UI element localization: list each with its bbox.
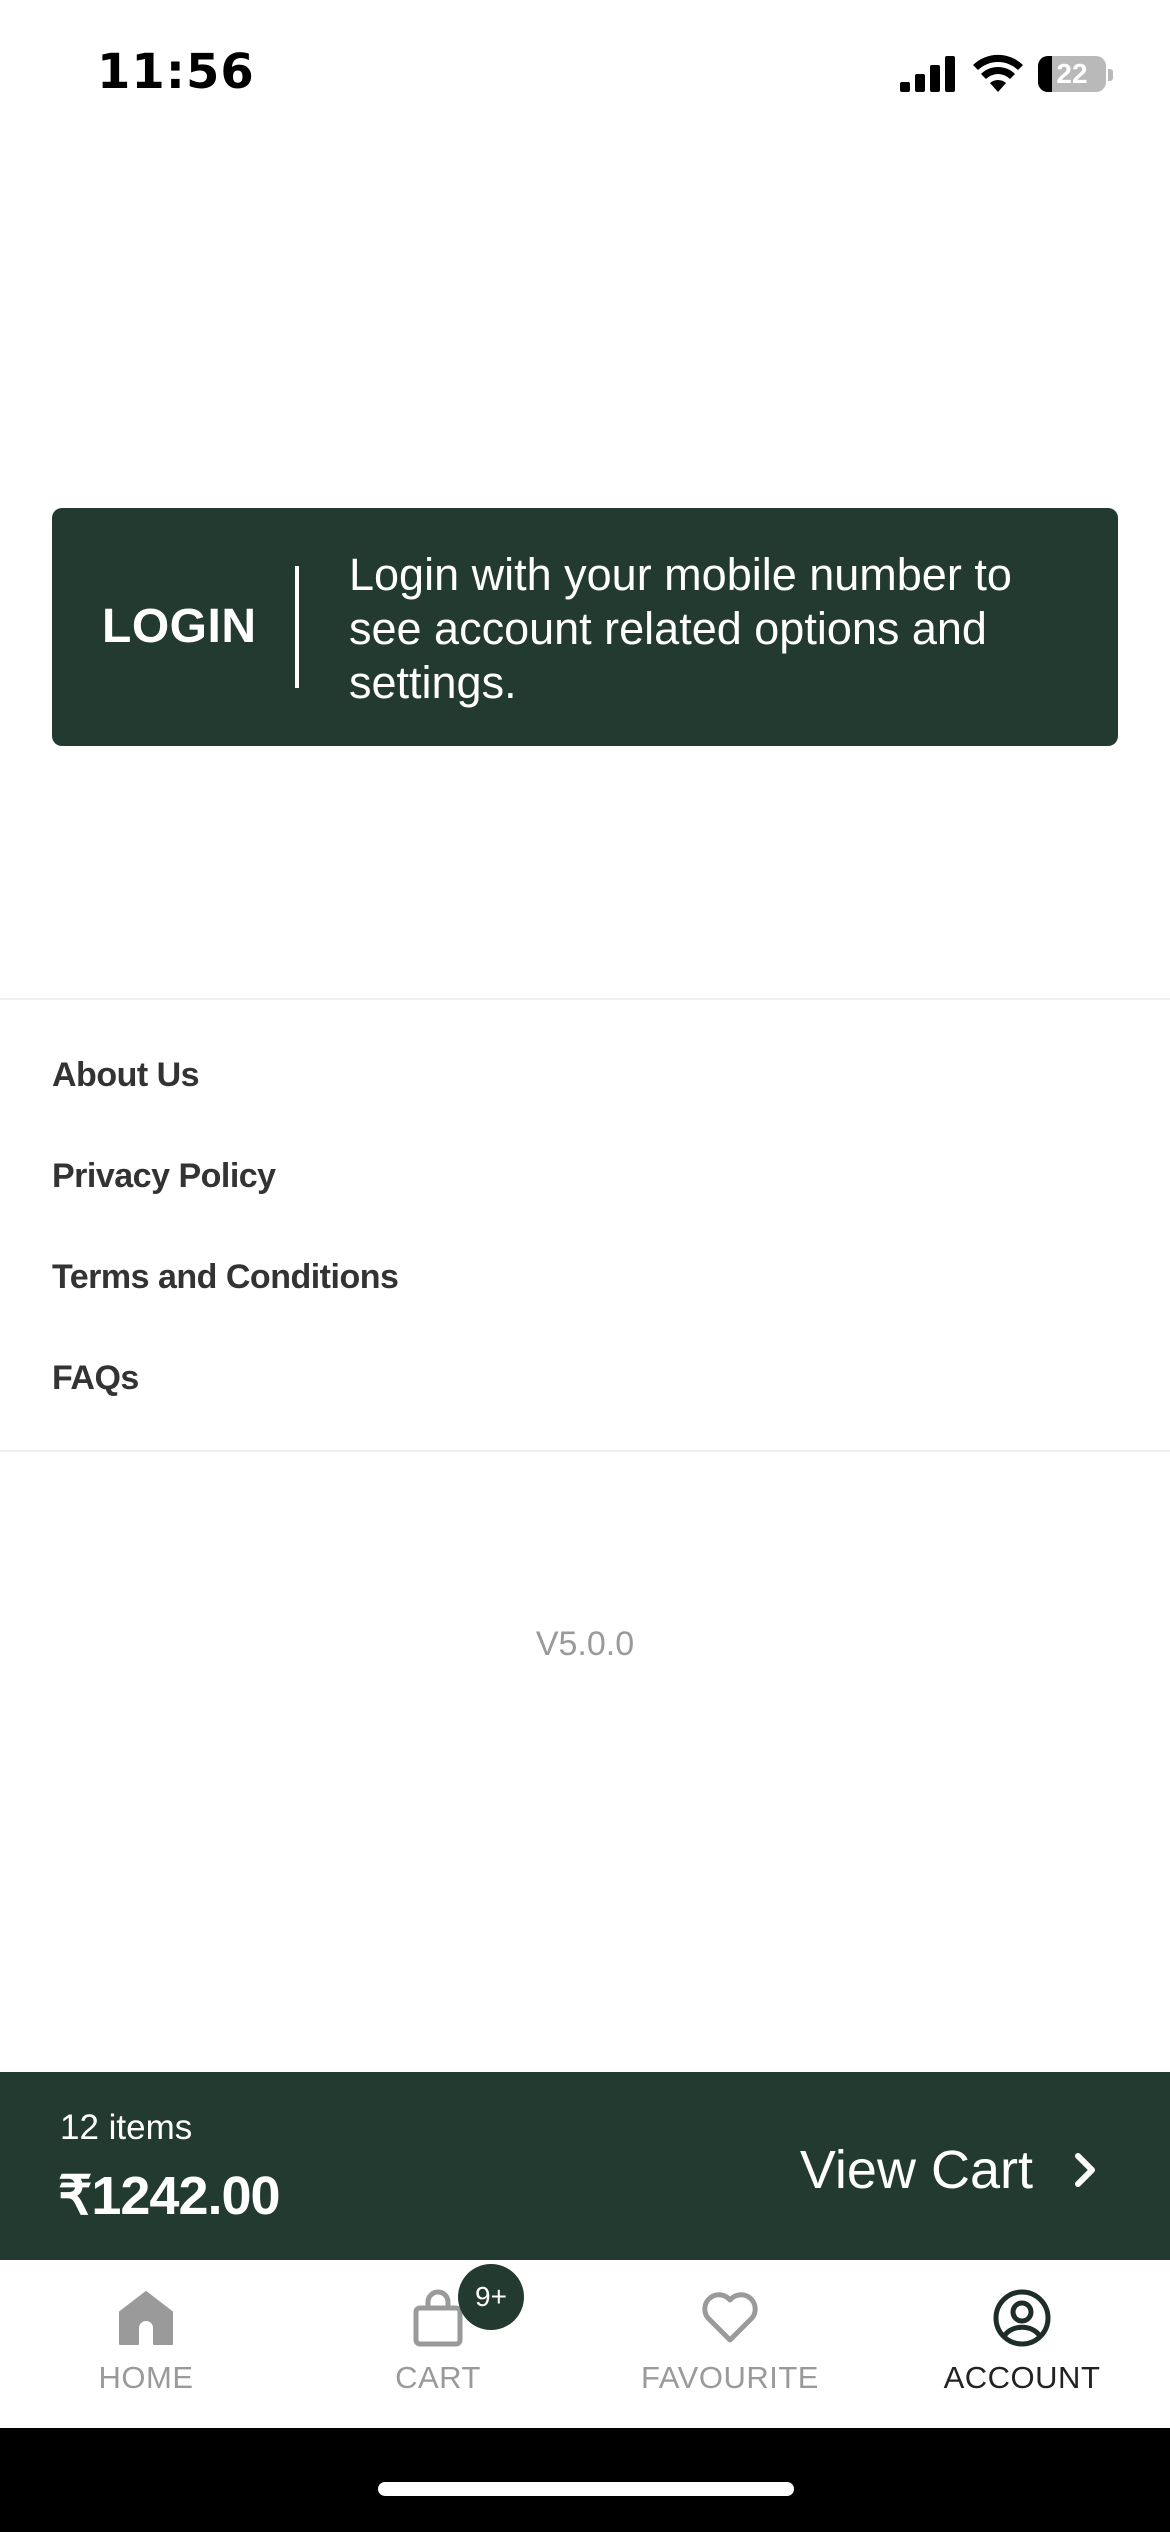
battery-level: 22	[1056, 58, 1088, 89]
tab-favourite[interactable]: FAVOURITE	[584, 2260, 876, 2428]
tab-account-label: ACCOUNT	[943, 2360, 1101, 2395]
menu-item-privacy-policy[interactable]: Privacy Policy	[52, 1151, 652, 1202]
account-icon	[993, 2289, 1051, 2347]
view-cart-button[interactable]: View Cart	[800, 2072, 1100, 2260]
menu-bottom-divider	[0, 1450, 1170, 1452]
bottom-tab-bar: HOME 9+ CART FAVOURITE ACCOUNT	[0, 2260, 1170, 2428]
app-version: V5.0.0	[535, 1625, 635, 1663]
signal-icon	[900, 56, 955, 92]
menu-item-about-us[interactable]: About Us	[52, 1050, 652, 1101]
home-indicator-area	[0, 2428, 1170, 2532]
login-card[interactable]: LOGIN Login with your mobile number to s…	[52, 508, 1118, 746]
tab-account[interactable]: ACCOUNT	[876, 2260, 1168, 2428]
menu-item-terms-and-conditions[interactable]: Terms and Conditions	[52, 1252, 652, 1303]
login-message: Login with your mobile number to see acc…	[349, 549, 1012, 708]
tab-home[interactable]: HOME	[0, 2260, 292, 2428]
home-indicator[interactable]	[378, 2482, 794, 2496]
cart-items-count: 12 items	[60, 2108, 193, 2147]
status-time: 11:56	[97, 44, 255, 100]
tab-home-label: HOME	[98, 2360, 194, 2395]
status-icons: 22	[900, 52, 1120, 94]
heart-icon	[702, 2292, 758, 2343]
cart-summary-bar[interactable]: 12 items ₹1242.00 View Cart	[0, 2072, 1170, 2260]
menu-top-divider	[0, 998, 1170, 1000]
home-icon	[119, 2291, 173, 2345]
login-button[interactable]: LOGIN	[102, 508, 257, 746]
tab-cart-label: CART	[395, 2360, 481, 2395]
view-cart-label: View Cart	[799, 2139, 1033, 2200]
battery-icon: 22	[1038, 56, 1106, 92]
tab-favourite-label: FAVOURITE	[641, 2360, 819, 2395]
battery-tip	[1108, 69, 1113, 81]
account-screen: 11:56 22 LOGIN Login with your mobile nu…	[0, 0, 1170, 2532]
cart-total: ₹1242.00	[58, 2166, 281, 2226]
status-bar: 11:56 22	[0, 0, 1170, 150]
tab-cart[interactable]: 9+ CART	[292, 2260, 584, 2428]
chevron-right-icon	[1075, 2152, 1095, 2187]
wifi-icon	[973, 54, 1023, 92]
cart-badge: 9+	[458, 2264, 524, 2330]
login-divider	[295, 566, 299, 688]
menu-item-faqs[interactable]: FAQs	[52, 1353, 652, 1404]
